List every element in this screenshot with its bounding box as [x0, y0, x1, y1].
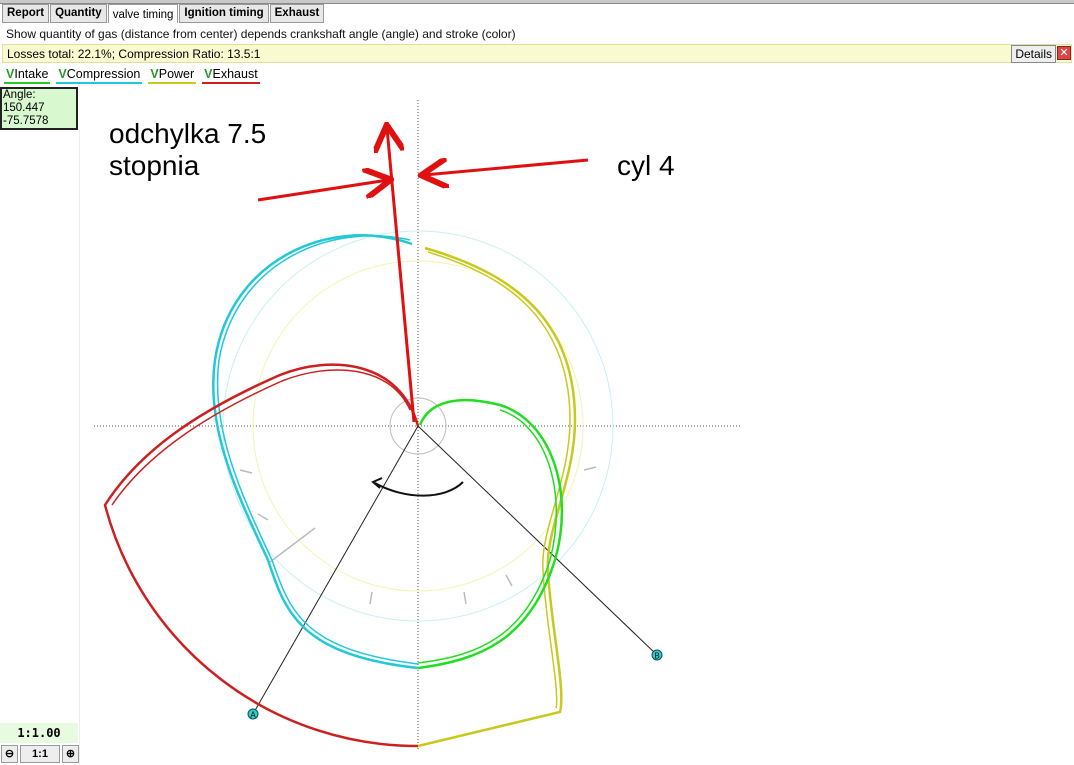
description-text: Show quantity of gas (distance from cent…	[6, 27, 516, 41]
checkbox-intake[interactable]: VIntake	[4, 67, 51, 84]
zoom-level: 1:1.00	[0, 723, 78, 743]
angle-readout: Angle: 150.447 -75.7578	[0, 87, 78, 130]
checkbox-power[interactable]: VPower	[148, 67, 197, 84]
annotation-deviation: odchylka 7.5 stopnia	[109, 118, 266, 182]
compression-reference-circle	[222, 230, 614, 622]
annotation-line-1: odchylka 7.5	[109, 118, 267, 149]
check-icon: V	[58, 67, 67, 81]
power-reference-circle	[252, 260, 584, 592]
angle-value-2: -75.7578	[3, 115, 49, 127]
compression-curve-2	[216, 235, 419, 665]
annotation-line-2: stopnia	[109, 150, 200, 181]
rotation-arrow-icon	[374, 481, 464, 497]
check-icon: V	[204, 67, 213, 81]
valve-timing-plot[interactable]: A B	[0, 0, 1074, 765]
angle-value: 150.447	[3, 102, 45, 114]
annotation-arrows	[257, 128, 589, 423]
compression-curve	[212, 234, 419, 670]
tab-quantity[interactable]: Quantity	[50, 4, 107, 23]
marker-a[interactable]: A	[247, 708, 259, 720]
intake-curve	[417, 398, 564, 670]
center-circle	[389, 397, 447, 455]
zoom-in-button[interactable]: ⊕	[62, 745, 79, 763]
marker-line-a	[252, 425, 419, 715]
tab-valve-timing[interactable]: valve timing	[107, 4, 179, 23]
exhaust-curve-2	[111, 369, 411, 506]
degree-ticks	[239, 466, 597, 605]
marker-line-b	[417, 425, 658, 656]
tab-exhaust[interactable]: Exhaust	[269, 4, 325, 23]
details-button[interactable]: Details	[1011, 45, 1056, 63]
checkbox-compression[interactable]: VCompression	[56, 67, 143, 84]
svg-text:B: B	[654, 652, 659, 661]
close-icon[interactable]: ✕	[1057, 46, 1071, 60]
stroke-filters: VIntake VCompression VPower VExhaust	[4, 67, 260, 84]
exhaust-curve	[103, 363, 420, 748]
intake-curve-2	[417, 409, 557, 664]
left-panel	[0, 130, 80, 765]
power-curve	[417, 246, 577, 748]
zoom-out-button[interactable]: ⊖	[1, 745, 18, 763]
tab-report[interactable]: Report	[2, 4, 50, 23]
checkbox-label: Power	[158, 67, 195, 81]
losses-bar: Losses total: 22.1%; Compression Ratio: …	[2, 44, 1072, 63]
annotation-cylinder: cyl 4	[617, 150, 675, 181]
checkbox-label: Exhaust	[212, 67, 258, 81]
zoom-reset-button[interactable]: 1:1	[20, 745, 60, 763]
checkbox-exhaust[interactable]: VExhaust	[202, 67, 260, 84]
angle-label: Angle:	[3, 89, 36, 101]
svg-text:A: A	[250, 711, 256, 720]
power-curve-2	[427, 251, 571, 709]
marker-b[interactable]: B	[651, 649, 663, 661]
checkbox-label: Compression	[66, 67, 141, 81]
check-icon: V	[150, 67, 159, 81]
tab-bar: Report Quantity valve timing Ignition ti…	[2, 4, 325, 23]
checkbox-label: Intake	[14, 67, 49, 81]
tab-ignition-timing[interactable]: Ignition timing	[179, 4, 269, 23]
